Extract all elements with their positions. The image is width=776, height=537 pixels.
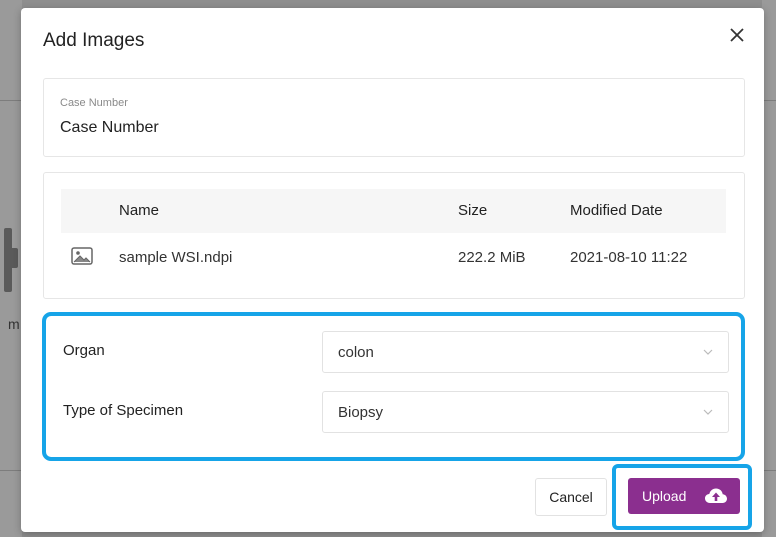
background-handle-knob bbox=[9, 248, 18, 268]
chevron-down-icon bbox=[703, 409, 713, 415]
background-text-fragment: m bbox=[8, 316, 20, 332]
case-number-field[interactable]: Case Number Case Number bbox=[43, 78, 745, 157]
cancel-button[interactable]: Cancel bbox=[535, 478, 607, 516]
specimen-type-label: Type of Specimen bbox=[63, 402, 184, 419]
dialog-title: Add Images bbox=[43, 30, 145, 51]
image-file-icon bbox=[71, 247, 93, 265]
background-panel-right bbox=[762, 0, 776, 537]
specimen-type-select[interactable]: Biopsy bbox=[322, 391, 729, 433]
metadata-selection-section: Organ colon Type of Specimen Biopsy bbox=[42, 312, 745, 461]
file-name: sample WSI.ndpi bbox=[119, 249, 233, 266]
table-row[interactable]: sample WSI.ndpi 222.2 MiB 2021-08-10 11:… bbox=[61, 233, 726, 285]
close-icon[interactable] bbox=[726, 24, 748, 46]
case-number-label: Case Number bbox=[60, 97, 128, 109]
background-divider bbox=[0, 470, 22, 471]
upload-button[interactable]: Upload bbox=[628, 478, 740, 514]
specimen-type-select-value: Biopsy bbox=[338, 404, 384, 421]
file-list-card: Name Size Modified Date sample WSI.ndpi … bbox=[43, 172, 745, 299]
organ-label: Organ bbox=[63, 342, 105, 359]
column-header-modified-date: Modified Date bbox=[570, 202, 663, 219]
add-images-dialog: Add Images Case Number Case Number Name … bbox=[21, 8, 764, 532]
upload-button-highlight: Upload bbox=[612, 464, 752, 530]
file-size: 222.2 MiB bbox=[458, 249, 526, 266]
close-icon[interactable] bbox=[726, 24, 748, 46]
organ-select[interactable]: colon bbox=[322, 331, 729, 373]
background-divider bbox=[0, 100, 22, 101]
cloud-upload-icon bbox=[705, 488, 727, 503]
case-number-input[interactable]: Case Number bbox=[60, 119, 159, 137]
background-divider bbox=[762, 470, 776, 471]
background-divider bbox=[762, 100, 776, 101]
file-modified-date: 2021-08-10 11:22 bbox=[570, 249, 688, 266]
file-table: Name Size Modified Date sample WSI.ndpi … bbox=[61, 189, 726, 285]
column-header-name: Name bbox=[119, 202, 160, 219]
file-table-header: Name Size Modified Date bbox=[61, 189, 726, 233]
column-header-size: Size bbox=[458, 202, 488, 219]
upload-button-label: Upload bbox=[642, 488, 687, 504]
organ-select-value: colon bbox=[338, 344, 374, 361]
chevron-down-icon bbox=[703, 349, 713, 355]
